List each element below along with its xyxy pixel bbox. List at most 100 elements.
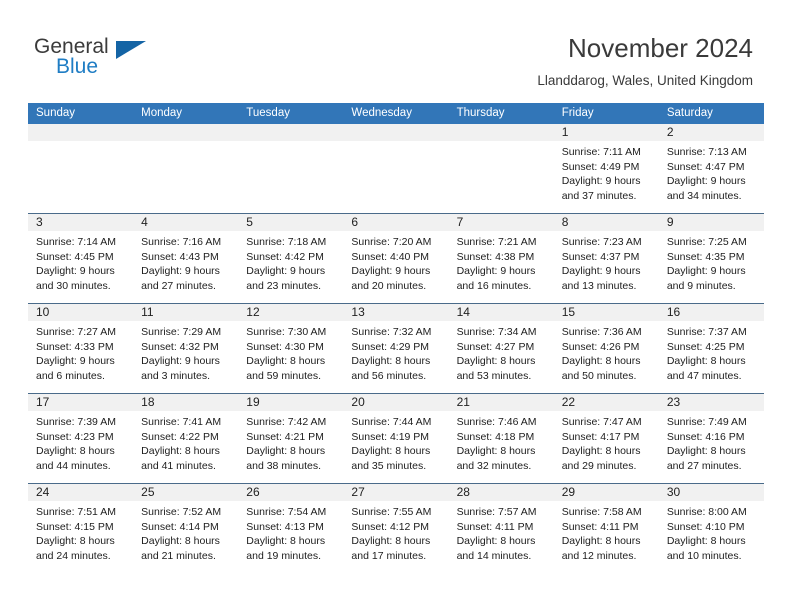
sunset-text: Sunset: 4:45 PM: [36, 250, 114, 263]
day-cell[interactable]: 17 Sunrise: 7:39 AM Sunset: 4:23 PM Dayligh…: [28, 394, 134, 483]
sunset-text: Sunset: 4:30 PM: [246, 340, 324, 353]
daylight-text: Daylight: 9 hours and 13 minutes.: [561, 265, 641, 292]
daylight-text: Daylight: 9 hours and 6 minutes.: [36, 355, 115, 382]
day-details: Sunrise: 7:47 AM Sunset: 4:17 PM Daylight:…: [554, 411, 659, 473]
day-cell[interactable]: 5 Sunrise: 7:18 AM Sunset: 4:42 PM Daylight…: [238, 214, 344, 303]
sunset-text: Sunset: 4:11 PM: [561, 520, 639, 533]
day-cell[interactable]: 22 Sunrise: 7:47 AM Sunset: 4:17 PM Dayligh…: [553, 394, 659, 483]
day-details: Sunrise: 7:54 AM Sunset: 4:13 PM Daylight:…: [238, 501, 343, 563]
day-cell[interactable]: 3 Sunrise: 7:14 AM Sunset: 4:45 PM Daylight…: [28, 214, 134, 303]
day-cell[interactable]: 12 Sunrise: 7:30 AM Sunset: 4:30 PM Dayligh…: [238, 304, 344, 393]
sunrise-text: Sunrise: 7:30 AM: [246, 326, 327, 338]
weekday-header-wednesday: Wednesday: [351, 107, 412, 119]
sunrise-text: Sunrise: 7:13 AM: [666, 146, 747, 158]
day-number: 4: [133, 214, 239, 231]
sunrise-text: Sunrise: 7:57 AM: [456, 506, 537, 518]
sunset-text: Sunset: 4:19 PM: [351, 430, 430, 443]
daylight-text: Daylight: 8 hours and 50 minutes.: [561, 355, 641, 382]
day-number: 22: [553, 394, 659, 411]
sunrise-text: Sunrise: 7:39 AM: [36, 416, 116, 428]
sunset-text: Sunset: 4:23 PM: [36, 430, 114, 443]
weekday-header-thursday: Thursday: [456, 107, 505, 119]
sunset-text: Sunset: 4:13 PM: [246, 520, 324, 533]
day-cell[interactable]: 10 Sunrise: 7:27 AM Sunset: 4:33 PM Dayligh…: [28, 304, 134, 393]
sunset-text: Sunset: 4:10 PM: [666, 520, 745, 533]
day-number: 13: [343, 304, 449, 321]
day-number: 5: [238, 214, 344, 231]
sunrise-text: Sunrise: 7:21 AM: [456, 236, 537, 248]
sunset-text: Sunset: 4:40 PM: [351, 250, 430, 263]
day-cell[interactable]: 4 Sunrise: 7:16 AM Sunset: 4:43 PM Daylight…: [133, 214, 239, 303]
day-cell[interactable]: 11 Sunrise: 7:29 AM Sunset: 4:32 PM Dayligh…: [133, 304, 239, 393]
day-cell[interactable]: 15 Sunrise: 7:36 AM Sunset: 4:26 PM Dayligh…: [553, 304, 659, 393]
calendar-page: General Blue November 2024 Llanddarog, W…: [0, 0, 792, 612]
day-number: 27: [343, 484, 449, 501]
daylight-text: Daylight: 8 hours and 24 minutes.: [36, 535, 115, 562]
sunrise-text: Sunrise: 7:49 AM: [666, 416, 747, 428]
day-details: Sunrise: 7:58 AM Sunset: 4:11 PM Daylight:…: [554, 501, 659, 563]
sunrise-text: Sunrise: 7:16 AM: [141, 236, 222, 248]
day-number: 23: [658, 394, 764, 411]
day-number: 26: [238, 484, 344, 501]
day-cell[interactable]: 16 Sunrise: 7:37 AM Sunset: 4:25 PM Dayligh…: [658, 304, 764, 393]
sunrise-text: Sunrise: 7:37 AM: [666, 326, 747, 338]
day-details: Sunrise: 7:37 AM Sunset: 4:25 PM Daylight:…: [659, 321, 764, 383]
daylight-text: Daylight: 9 hours and 9 minutes.: [666, 265, 746, 292]
sunset-text: Sunset: 4:37 PM: [561, 250, 640, 263]
daylight-text: Daylight: 8 hours and 27 minutes.: [666, 445, 746, 472]
day-details: Sunrise: 7:57 AM Sunset: 4:11 PM Daylight:…: [449, 501, 554, 563]
daylight-text: Daylight: 8 hours and 38 minutes.: [246, 445, 326, 472]
day-cell[interactable]: 9 Sunrise: 7:25 AM Sunset: 4:35 PM Daylight…: [658, 214, 764, 303]
day-cell[interactable]: 20 Sunrise: 7:44 AM Sunset: 4:19 PM Dayligh…: [343, 394, 449, 483]
weekday-header-saturday: Saturday: [666, 107, 713, 119]
sunrise-text: Sunrise: 7:44 AM: [351, 416, 432, 428]
day-cell[interactable]: 8 Sunrise: 7:23 AM Sunset: 4:37 PM Daylight…: [553, 214, 659, 303]
day-cell[interactable]: 13 Sunrise: 7:32 AM Sunset: 4:29 PM Dayligh…: [343, 304, 449, 393]
day-details: Sunrise: 7:23 AM Sunset: 4:37 PM Daylight:…: [554, 231, 659, 293]
day-cell[interactable]: 1 Sunrise: 7:11 AM Sunset: 4:49 PM Daylight…: [553, 124, 659, 213]
sunrise-text: Sunrise: 7:11 AM: [561, 146, 641, 158]
sunrise-text: Sunrise: 7:42 AM: [246, 416, 327, 428]
day-cell-empty: [343, 124, 449, 213]
sunset-text: Sunset: 4:15 PM: [36, 520, 114, 533]
sunset-text: Sunset: 4:27 PM: [456, 340, 535, 353]
sunset-text: Sunset: 4:12 PM: [351, 520, 430, 533]
daylight-text: Daylight: 9 hours and 34 minutes.: [666, 175, 746, 202]
general-blue-logo[interactable]: General Blue: [34, 36, 154, 88]
day-cell[interactable]: 21 Sunrise: 7:46 AM Sunset: 4:18 PM Dayligh…: [448, 394, 554, 483]
day-details: Sunrise: 7:42 AM Sunset: 4:21 PM Daylight:…: [238, 411, 343, 473]
day-number: 6: [343, 214, 449, 231]
day-cell[interactable]: 2 Sunrise: 7:13 AM Sunset: 4:47 PM Daylight…: [658, 124, 764, 213]
day-number: 8: [553, 214, 659, 231]
day-cell[interactable]: 7 Sunrise: 7:21 AM Sunset: 4:38 PM Daylight…: [448, 214, 554, 303]
day-cell[interactable]: 14 Sunrise: 7:34 AM Sunset: 4:27 PM Dayligh…: [448, 304, 554, 393]
day-cell[interactable]: 29 Sunrise: 7:58 AM Sunset: 4:11 PM Dayligh…: [553, 484, 659, 573]
day-details: Sunrise: 7:55 AM Sunset: 4:12 PM Daylight:…: [343, 501, 448, 563]
day-cell[interactable]: 28 Sunrise: 7:57 AM Sunset: 4:11 PM Dayligh…: [448, 484, 554, 573]
day-cell[interactable]: 24 Sunrise: 7:51 AM Sunset: 4:15 PM Dayligh…: [28, 484, 134, 573]
day-cell-empty: [133, 124, 239, 213]
sunrise-text: Sunrise: 7:52 AM: [141, 506, 222, 518]
sunset-text: Sunset: 4:14 PM: [141, 520, 219, 533]
day-cell-empty: [238, 124, 344, 213]
daylight-text: Daylight: 8 hours and 19 minutes.: [246, 535, 326, 562]
sunset-text: Sunset: 4:17 PM: [561, 430, 640, 443]
day-details: Sunrise: 7:25 AM Sunset: 4:35 PM Daylight:…: [659, 231, 764, 293]
day-cell[interactable]: 18 Sunrise: 7:41 AM Sunset: 4:22 PM Dayligh…: [133, 394, 239, 483]
day-number: 20: [343, 394, 449, 411]
day-cell[interactable]: 23 Sunrise: 7:49 AM Sunset: 4:16 PM Dayligh…: [658, 394, 764, 483]
sunset-text: Sunset: 4:47 PM: [666, 160, 745, 173]
day-cell[interactable]: 25 Sunrise: 7:52 AM Sunset: 4:14 PM Dayligh…: [133, 484, 239, 573]
sunset-text: Sunset: 4:11 PM: [456, 520, 534, 533]
day-cell[interactable]: 30 Sunrise: 8:00 AM Sunset: 4:10 PM Dayligh…: [658, 484, 764, 573]
day-cell[interactable]: 26 Sunrise: 7:54 AM Sunset: 4:13 PM Dayligh…: [238, 484, 344, 573]
page-subtitle: Llanddarog, Wales, United Kingdom: [537, 73, 753, 88]
day-cell[interactable]: 27 Sunrise: 7:55 AM Sunset: 4:12 PM Dayligh…: [343, 484, 449, 573]
day-details: Sunrise: 7:11 AM Sunset: 4:49 PM Daylight:…: [554, 141, 659, 203]
day-details: Sunrise: 7:18 AM Sunset: 4:42 PM Daylight:…: [238, 231, 343, 293]
daylight-text: Daylight: 8 hours and 59 minutes.: [246, 355, 326, 382]
day-cell[interactable]: 19 Sunrise: 7:42 AM Sunset: 4:21 PM Dayligh…: [238, 394, 344, 483]
day-number: 12: [238, 304, 344, 321]
sunset-text: Sunset: 4:26 PM: [561, 340, 640, 353]
day-cell[interactable]: 6 Sunrise: 7:20 AM Sunset: 4:40 PM Daylight…: [343, 214, 449, 303]
